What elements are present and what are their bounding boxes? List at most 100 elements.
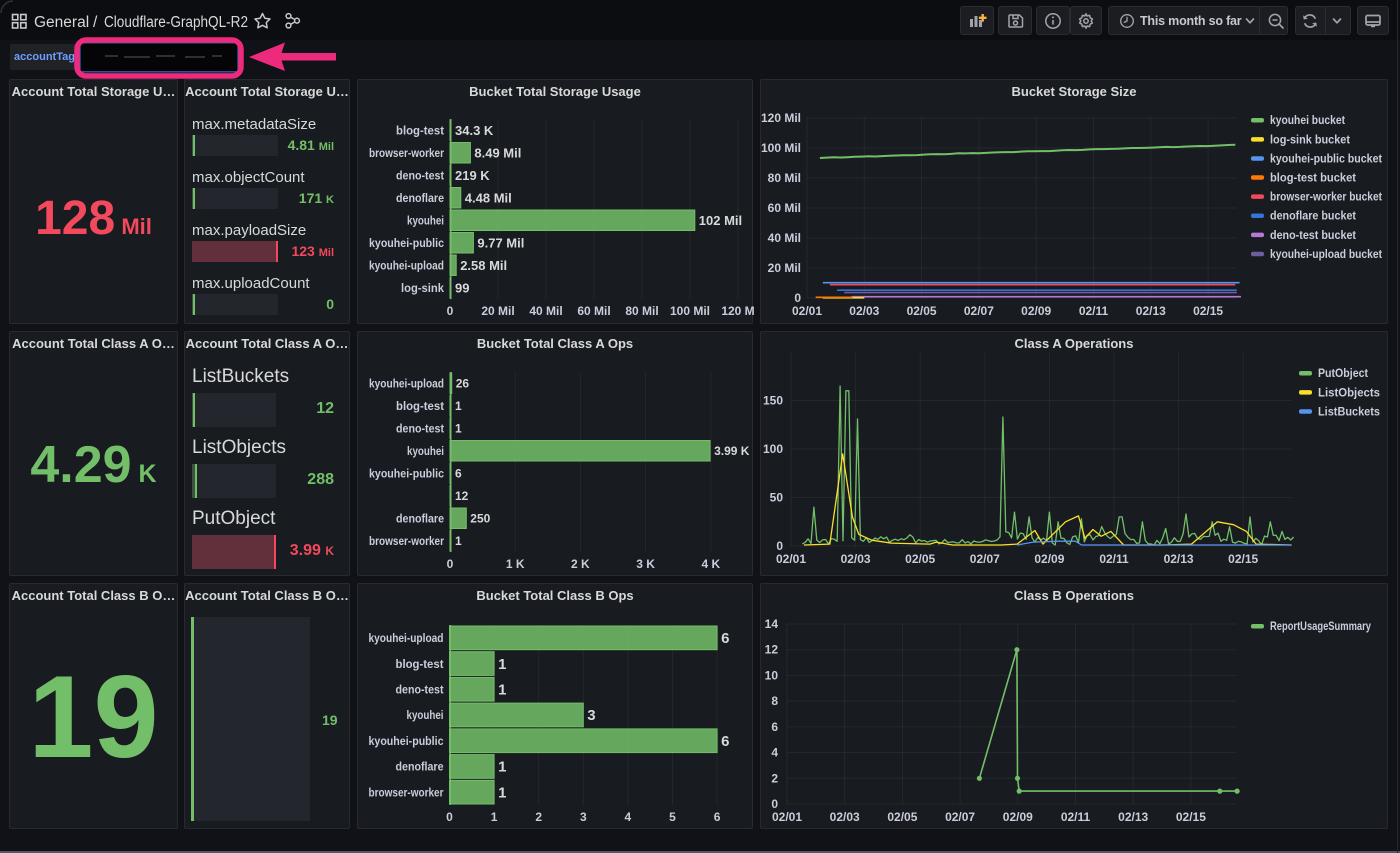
svg-text:General: General — [34, 14, 89, 31]
svg-text:02/09: 02/09 — [1021, 304, 1051, 318]
svg-text:14: 14 — [765, 617, 779, 631]
svg-text:02/13: 02/13 — [1164, 552, 1194, 566]
svg-text:10: 10 — [765, 668, 779, 682]
svg-text:deno-test bucket: deno-test bucket — [1270, 228, 1356, 242]
svg-text:02/07: 02/07 — [945, 810, 975, 824]
svg-text:4: 4 — [771, 746, 778, 760]
svg-text:denoflare: denoflare — [396, 511, 444, 525]
svg-text:5: 5 — [669, 810, 676, 824]
svg-text:20 Mil: 20 Mil — [481, 304, 514, 318]
svg-text:blog-test: blog-test — [396, 399, 444, 413]
svg-text:blog-test: blog-test — [396, 124, 444, 138]
svg-text:1 K: 1 K — [506, 557, 525, 571]
svg-text:02/11: 02/11 — [1079, 304, 1109, 318]
svg-text:2: 2 — [771, 771, 778, 785]
svg-text:02/11: 02/11 — [1061, 810, 1091, 824]
svg-text:6: 6 — [455, 466, 462, 480]
svg-text:browser-worker: browser-worker — [369, 534, 444, 548]
svg-text:02/03: 02/03 — [830, 810, 860, 824]
svg-text:deno-test: deno-test — [396, 683, 444, 697]
svg-text:/: / — [93, 14, 98, 31]
svg-text:02/15: 02/15 — [1193, 304, 1223, 318]
svg-text:1: 1 — [455, 422, 462, 436]
svg-text:kyouhei-public bucket: kyouhei-public bucket — [1270, 151, 1382, 165]
svg-text:kyouhei-public: kyouhei-public — [369, 236, 444, 250]
svg-text:ReportUsageSummary: ReportUsageSummary — [1270, 619, 1371, 633]
svg-text:0: 0 — [446, 810, 453, 824]
svg-text:2.58 Mil: 2.58 Mil — [460, 258, 507, 273]
svg-text:4: 4 — [625, 810, 632, 824]
svg-text:kyouhei-upload: kyouhei-upload — [369, 377, 444, 391]
svg-text:12: 12 — [455, 489, 469, 503]
svg-text:6: 6 — [721, 630, 729, 647]
svg-text:4.48 Mil: 4.48 Mil — [465, 190, 512, 205]
svg-text:0: 0 — [447, 557, 454, 571]
svg-text:6: 6 — [714, 810, 721, 824]
svg-text:34.3 K: 34.3 K — [455, 123, 494, 138]
svg-text:log-sink: log-sink — [401, 281, 444, 295]
svg-text:denoflare bucket: denoflare bucket — [1270, 209, 1356, 223]
svg-text:3.99 K: 3.99 K — [714, 444, 750, 458]
svg-text:0: 0 — [776, 539, 783, 553]
svg-text:1: 1 — [498, 759, 506, 776]
svg-text:kyouhei: kyouhei — [407, 444, 444, 458]
svg-text:02/09: 02/09 — [1003, 810, 1033, 824]
svg-text:denoflare: denoflare — [396, 191, 444, 205]
svg-text:1: 1 — [498, 682, 506, 699]
svg-text:40 Mil: 40 Mil — [529, 304, 562, 318]
svg-text:1: 1 — [455, 534, 462, 548]
svg-text:6: 6 — [771, 720, 778, 734]
svg-text:0: 0 — [447, 304, 454, 318]
svg-text:102 Mil: 102 Mil — [699, 213, 742, 228]
svg-text:1: 1 — [498, 656, 506, 673]
svg-text:0: 0 — [771, 797, 778, 811]
svg-text:60 Mil: 60 Mil — [768, 201, 801, 215]
svg-text:browser-worker: browser-worker — [369, 146, 444, 160]
svg-text:9.77 Mil: 9.77 Mil — [477, 235, 524, 250]
svg-text:4 K: 4 K — [701, 557, 720, 571]
svg-text:3 K: 3 K — [636, 557, 655, 571]
svg-text:2: 2 — [535, 810, 542, 824]
svg-text:kyouhei-public: kyouhei-public — [369, 466, 444, 480]
svg-text:02/01: 02/01 — [772, 810, 802, 824]
svg-text:02/03: 02/03 — [841, 552, 871, 566]
svg-text:02/11: 02/11 — [1099, 552, 1129, 566]
svg-text:40 Mil: 40 Mil — [768, 231, 801, 245]
svg-text:1: 1 — [498, 784, 506, 801]
svg-text:blog-test: blog-test — [396, 657, 444, 671]
svg-text:kyouhei-public: kyouhei-public — [369, 734, 444, 748]
svg-text:80 Mil: 80 Mil — [625, 304, 658, 318]
svg-text:blog-test bucket: blog-test bucket — [1270, 171, 1356, 185]
svg-text:Cloudflare-GraphQL-R2: Cloudflare-GraphQL-R2 — [104, 14, 248, 31]
svg-text:02/01: 02/01 — [792, 304, 822, 318]
svg-text:ListObjects: ListObjects — [1318, 385, 1380, 399]
svg-text:02/07: 02/07 — [970, 552, 1000, 566]
svg-text:PutObject: PutObject — [1318, 366, 1368, 380]
svg-text:kyouhei: kyouhei — [407, 708, 444, 722]
svg-text:kyouhei-upload: kyouhei-upload — [369, 258, 444, 272]
svg-text:80 Mil: 80 Mil — [768, 171, 801, 185]
svg-text:60 Mil: 60 Mil — [577, 304, 610, 318]
svg-text:3: 3 — [587, 707, 595, 724]
svg-text:02/13: 02/13 — [1136, 304, 1166, 318]
svg-text:8.49 Mil: 8.49 Mil — [474, 145, 521, 160]
svg-text:02/03: 02/03 — [849, 304, 879, 318]
svg-text:1: 1 — [491, 810, 498, 824]
svg-text:120 M: 120 M — [721, 304, 754, 318]
svg-text:02/07: 02/07 — [964, 304, 994, 318]
svg-text:kyouhei-upload: kyouhei-upload — [369, 631, 444, 645]
svg-text:02/09: 02/09 — [1034, 552, 1064, 566]
svg-text:3: 3 — [580, 810, 587, 824]
svg-text:02/05: 02/05 — [887, 810, 917, 824]
svg-text:kyouhei-upload bucket: kyouhei-upload bucket — [1270, 247, 1382, 261]
svg-text:100 Mil: 100 Mil — [761, 141, 801, 155]
svg-text:12: 12 — [765, 643, 779, 657]
svg-text:deno-test: deno-test — [396, 169, 444, 183]
svg-text:log-sink bucket: log-sink bucket — [1270, 132, 1350, 146]
svg-text:browser-worker: browser-worker — [369, 785, 444, 799]
svg-text:denoflare: denoflare — [396, 760, 444, 774]
svg-text:250: 250 — [470, 511, 490, 525]
svg-text:150: 150 — [763, 394, 783, 408]
svg-text:20 Mil: 20 Mil — [768, 261, 801, 275]
svg-text:99: 99 — [455, 280, 469, 295]
